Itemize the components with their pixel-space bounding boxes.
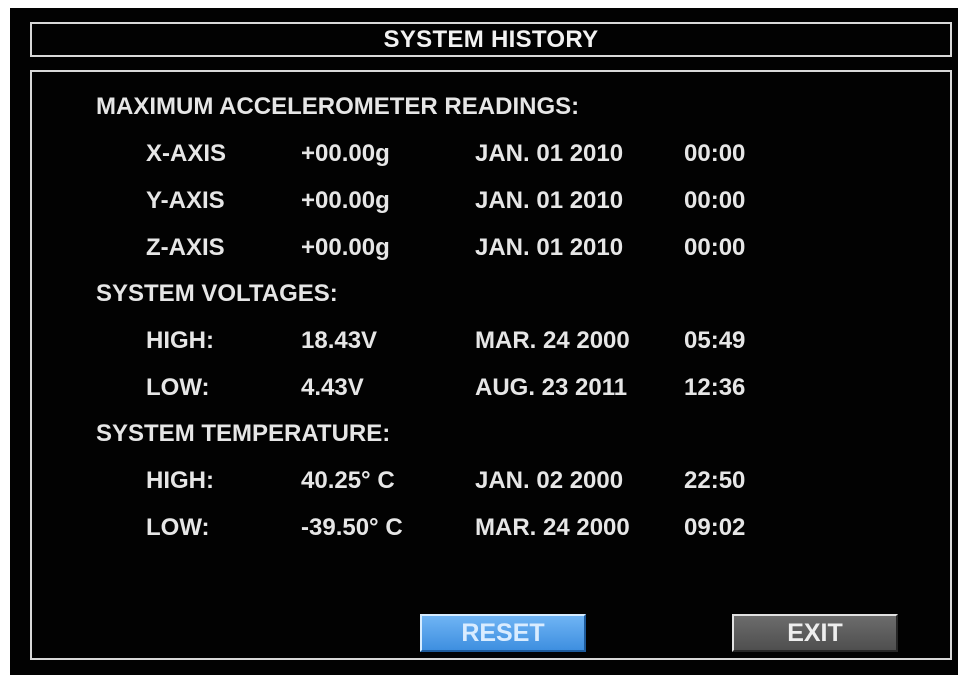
voltages-heading: SYSTEM VOLTAGES: (96, 280, 338, 307)
x-axis-date: JAN. 01 2010 (475, 140, 624, 167)
system-history-screen: SYSTEM HISTORY MAXIMUM ACCELEROMETER REA… (10, 8, 958, 675)
y-axis-time: 00:00 (684, 187, 746, 214)
voltage-low-label: LOW: (146, 374, 210, 401)
z-axis-label: Z-AXIS (146, 234, 225, 261)
voltage-high-value: 18.43V (301, 327, 378, 354)
voltage-high-time: 05:49 (684, 327, 746, 354)
accelerometer-heading: MAXIMUM ACCELEROMETER READINGS: (96, 93, 580, 120)
voltage-low-date: AUG. 23 2011 (475, 374, 628, 401)
z-axis-value: +00.00g (301, 234, 390, 261)
exit-button[interactable]: EXIT (732, 614, 898, 652)
temperature-low-label: LOW: (146, 514, 210, 541)
temperature-low-date: MAR. 24 2000 (475, 514, 630, 541)
y-axis-date: JAN. 01 2010 (475, 187, 624, 214)
title-bar: SYSTEM HISTORY (30, 22, 952, 57)
x-axis-value: +00.00g (301, 140, 390, 167)
temperature-high-label: HIGH: (146, 467, 214, 494)
temperature-high-time: 22:50 (684, 467, 746, 494)
history-panel: MAXIMUM ACCELEROMETER READINGS: X-AXIS +… (30, 70, 952, 660)
x-axis-label: X-AXIS (146, 140, 227, 167)
voltage-high-label: HIGH: (146, 327, 214, 354)
voltage-low-time: 12:36 (684, 374, 746, 401)
reset-button[interactable]: RESET (420, 614, 586, 652)
temperature-high-date: JAN. 02 2000 (475, 467, 624, 494)
page-title: SYSTEM HISTORY (383, 25, 599, 53)
z-axis-date: JAN. 01 2010 (475, 234, 624, 261)
temperature-heading: SYSTEM TEMPERATURE: (96, 420, 391, 447)
x-axis-time: 00:00 (684, 140, 746, 167)
temperature-low-time: 09:02 (684, 514, 746, 541)
voltage-low-value: 4.43V (301, 374, 364, 401)
voltage-high-date: MAR. 24 2000 (475, 327, 630, 354)
temperature-low-value: -39.50° C (301, 514, 403, 541)
z-axis-time: 00:00 (684, 234, 746, 261)
y-axis-value: +00.00g (301, 187, 390, 214)
temperature-high-value: 40.25° C (301, 467, 395, 494)
y-axis-label: Y-AXIS (146, 187, 225, 214)
